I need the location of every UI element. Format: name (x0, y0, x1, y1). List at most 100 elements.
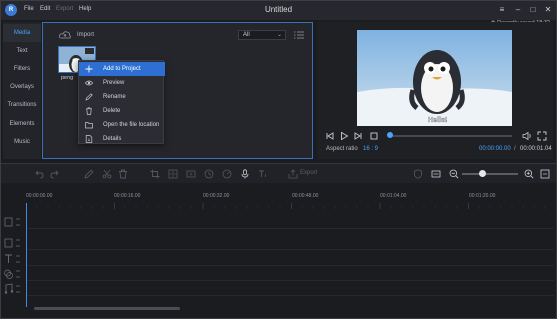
aspect-ratio-label: Aspect ratio (326, 146, 358, 152)
menu-item-label: Open the file location (103, 122, 160, 128)
microphone-icon[interactable] (240, 169, 250, 179)
stop-icon[interactable] (369, 131, 379, 141)
video-track-header[interactable] (3, 215, 25, 229)
tick-label: 00:01:20.00 (469, 193, 496, 199)
fit-timeline-icon[interactable] (431, 169, 441, 179)
current-time: 00:00:00.00 (479, 146, 511, 152)
document-info-icon (85, 135, 93, 143)
text-to-speech-icon[interactable] (258, 169, 268, 179)
media-filter-select[interactable]: All ⌄ (238, 30, 286, 40)
menu-item-delete[interactable]: Delete (79, 104, 165, 118)
tab-transitions[interactable]: Transitions (3, 96, 41, 114)
pencil-icon (85, 93, 93, 101)
tab-music[interactable]: Music (3, 133, 41, 151)
window-title: Untitled (264, 5, 293, 14)
menu-item-rename[interactable]: Rename (79, 90, 165, 104)
maximize-icon[interactable]: □ (527, 4, 539, 16)
next-frame-icon[interactable] (353, 131, 363, 141)
zoom-out-icon[interactable] (449, 169, 459, 179)
undo-icon[interactable] (34, 169, 44, 179)
chevron-down-icon: ⌄ (276, 32, 282, 38)
picture-track-header[interactable] (3, 236, 25, 250)
delete-icon[interactable] (118, 169, 128, 179)
folder-icon (85, 122, 93, 129)
tick-label: 00:01:04.00 (380, 193, 407, 199)
zoom-slider[interactable] (462, 173, 518, 175)
picture-track[interactable] (26, 236, 554, 250)
timeline-scrollbar[interactable] (34, 307, 180, 310)
playhead[interactable] (26, 203, 27, 307)
tick-label: 00:00:32.00 (203, 193, 230, 199)
crop-icon[interactable] (150, 169, 160, 179)
import-button[interactable]: Import (77, 32, 94, 38)
export-icon[interactable] (288, 169, 298, 179)
previous-frame-icon[interactable] (325, 131, 335, 141)
tab-media[interactable]: Media (3, 24, 41, 42)
edit-icon[interactable] (84, 169, 94, 179)
speed-icon[interactable] (222, 169, 232, 179)
plus-icon (85, 65, 93, 73)
export-button[interactable]: Export (300, 170, 317, 176)
text-track-header[interactable] (3, 252, 25, 266)
filter-track-header[interactable] (3, 267, 25, 281)
total-duration: 00:00:01.04 (520, 146, 552, 152)
import-icon[interactable] (59, 31, 71, 39)
fullscreen-icon[interactable] (537, 131, 547, 141)
menu-item-label: Details (103, 136, 122, 142)
timeline: 00:00:00.00 00:00:16.00 00:00:32.00 00:0… (0, 185, 557, 317)
close-icon[interactable]: ✕ (542, 4, 554, 16)
zoom-slider-handle[interactable] (479, 170, 486, 177)
aspect-ratio-select[interactable]: 16 : 9 (363, 146, 378, 152)
time-ruler[interactable]: 00:00:00.00 00:00:16.00 00:00:32.00 00:0… (26, 193, 554, 209)
volume-icon[interactable] (522, 131, 532, 141)
time-separator: / (514, 146, 516, 152)
filter-track[interactable] (26, 267, 554, 281)
tab-overlays[interactable]: Overlays (3, 78, 41, 96)
trash-icon (86, 107, 92, 115)
menu-item-open-location[interactable]: Open the file location (79, 118, 165, 132)
video-frame-image: Hello! (357, 30, 512, 126)
ruler-ticks (26, 203, 546, 209)
redo-icon[interactable] (50, 169, 60, 179)
menu-item-add-to-project[interactable]: Add to Project (79, 62, 165, 76)
cut-icon[interactable] (102, 169, 112, 179)
freeze-frame-icon[interactable] (186, 169, 196, 179)
tab-text[interactable]: Text (3, 42, 41, 60)
audio-track[interactable] (26, 282, 554, 296)
eye-icon (85, 80, 93, 86)
tick-label: 00:00:16.00 (114, 193, 141, 199)
zoom-in-icon[interactable] (524, 169, 534, 179)
video-preview[interactable]: Hello! (357, 30, 512, 126)
timeline-toolbar: Export (0, 163, 557, 183)
menu-item-label: Add to Project (103, 66, 141, 72)
media-file-name: peng (61, 75, 74, 81)
seek-bar[interactable] (389, 135, 512, 137)
tab-filters[interactable]: Filters (3, 60, 41, 78)
menu-icon[interactable]: ≡ (496, 4, 508, 16)
menu-item-label: Rename (103, 94, 126, 100)
play-icon[interactable] (339, 131, 349, 141)
video-track[interactable] (26, 215, 554, 229)
tick-label: 00:00:00.00 (26, 193, 53, 199)
menu-item-label: Delete (103, 108, 121, 114)
mosaic-icon[interactable] (168, 169, 178, 179)
shield-icon[interactable] (413, 169, 423, 179)
duration-icon[interactable] (204, 169, 214, 179)
tab-elements[interactable]: Elements (3, 115, 41, 133)
context-menu: Add to Project Preview Rename Delete Ope… (78, 60, 165, 146)
title-bar: R File Edit Export Help Untitled ≡ – □ ✕ (0, 0, 557, 20)
video-caption: Hello! (428, 117, 447, 124)
menu-item-preview[interactable]: Preview (79, 76, 165, 90)
library-tabs: Media Text Filters Overlays Transitions … (3, 22, 41, 159)
menu-item-details[interactable]: Details (79, 132, 165, 146)
seek-handle[interactable] (387, 132, 393, 138)
text-track[interactable] (26, 252, 554, 266)
minimize-icon[interactable]: – (512, 4, 524, 16)
app-window: R File Edit Export Help Untitled ≡ – □ ✕… (0, 0, 557, 319)
audio-track-header[interactable] (3, 282, 25, 296)
filter-value: All (243, 32, 250, 38)
menu-item-label: Preview (103, 80, 125, 86)
expand-timeline-icon[interactable] (540, 169, 550, 179)
list-view-icon[interactable] (294, 31, 304, 39)
tick-label: 00:00:48.00 (292, 193, 319, 199)
